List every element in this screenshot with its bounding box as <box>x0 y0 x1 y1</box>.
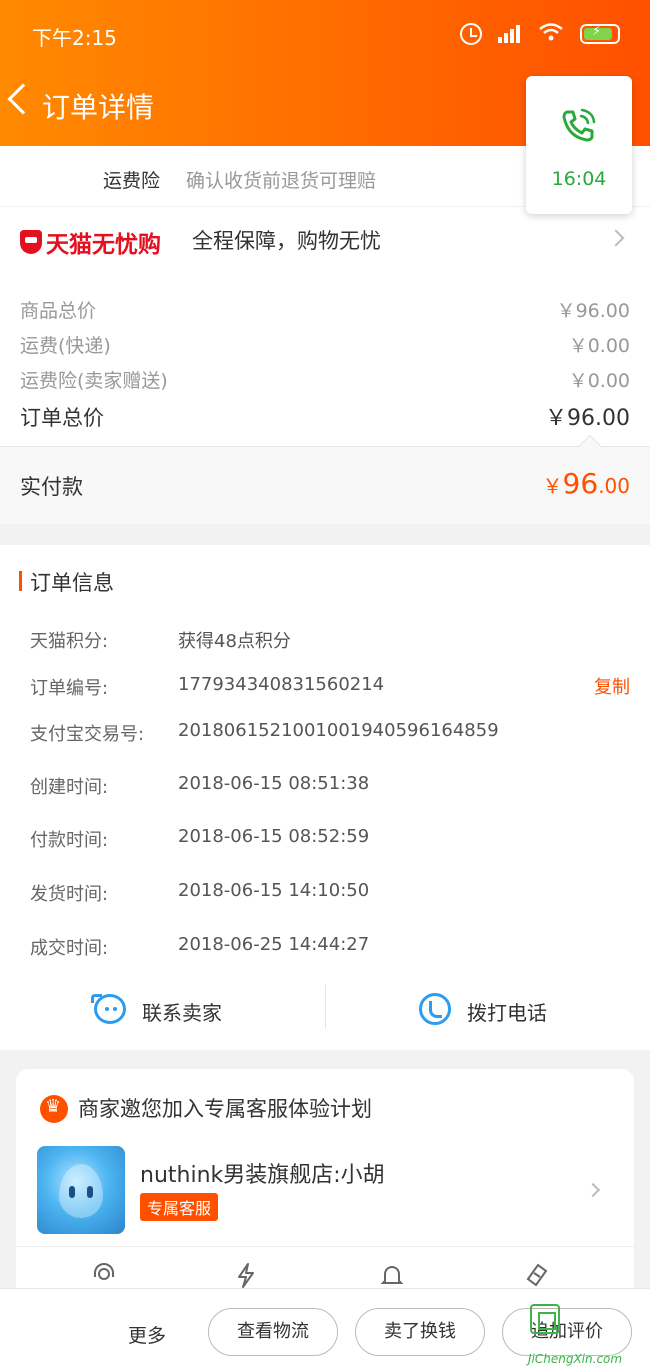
info-value: 2018-06-25 14:44:27 <box>178 934 370 955</box>
info-label: 支付宝交易号: <box>30 724 145 745</box>
page-title: 订单详情 <box>42 91 155 124</box>
status-icons <box>460 22 620 45</box>
wifi-icon <box>538 22 564 45</box>
chevron-right-icon[interactable] <box>585 1182 601 1198</box>
info-value: 2018061521001001940596164859 <box>178 720 499 741</box>
price-label: 运费(快递) <box>20 335 111 357</box>
price-label: 商品总价 <box>20 300 97 322</box>
order-total-value: ￥96.00 <box>545 406 630 431</box>
price-breakdown: 商品总价 ￥96.00 运费(快递) ￥0.00 运费险(卖家赠送) ￥0.00… <box>0 270 650 446</box>
dial-phone-label: 拨打电话 <box>467 1001 547 1025</box>
tmall-guarantee-row[interactable]: 天猫无忧购 全程保障，购物无忧 <box>0 206 650 270</box>
info-label: 订单编号: <box>30 678 109 699</box>
info-label: 成交时间: <box>30 938 109 959</box>
crown-icon <box>40 1095 68 1123</box>
service-title: 商家邀您加入专属客服体验计划 <box>78 1097 372 1121</box>
more-button[interactable]: 更多 <box>128 1321 166 1348</box>
insurance-label: 运费险 <box>103 170 161 192</box>
info-value: 2018-06-15 08:51:38 <box>178 773 370 794</box>
phone-call-icon <box>562 108 596 142</box>
bell-icon[interactable] <box>378 1261 406 1289</box>
paid-label: 实付款 <box>20 475 83 499</box>
watermark-logo-icon <box>530 1304 560 1334</box>
avatar <box>37 1146 125 1234</box>
order-total-label: 订单总价 <box>20 406 104 430</box>
price-label: 运费险(卖家赠送) <box>20 370 168 392</box>
tmall-slogan: 全程保障，购物无忧 <box>192 229 381 253</box>
order-number: 177934340831560214 <box>178 674 385 695</box>
lightning-icon[interactable] <box>232 1261 260 1289</box>
info-label: 付款时间: <box>30 830 109 851</box>
shop-agent-name[interactable]: nuthink男装旗舰店:小胡 <box>140 1157 385 1189</box>
tmall-logo: 天猫无忧购 <box>20 225 161 259</box>
info-label: 天猫积分: <box>30 631 109 652</box>
insurance-desc: 确认收货前退货可理赔 <box>186 170 377 192</box>
contact-row: 联系卖家 拨打电话 <box>0 985 650 1050</box>
info-label: 发货时间: <box>30 884 109 905</box>
info-value: 2018-06-15 14:10:50 <box>178 880 370 901</box>
copy-button[interactable]: 复制 <box>594 673 630 699</box>
tmall-brand: 天猫无忧购 <box>46 232 161 258</box>
view-logistics-button[interactable]: 查看物流 <box>208 1308 338 1356</box>
headset-icon[interactable] <box>90 1261 118 1289</box>
back-arrow-icon[interactable] <box>7 83 39 115</box>
resell-button[interactable]: 卖了换钱 <box>355 1308 485 1356</box>
divider <box>16 1246 634 1247</box>
section-accent-bar <box>19 571 22 591</box>
signal-icon <box>498 24 522 43</box>
call-duration: 16:04 <box>551 168 607 190</box>
exclusive-service-badge: 专属客服 <box>140 1193 219 1221</box>
phone-icon <box>419 993 451 1025</box>
battery-icon <box>580 23 620 44</box>
price-value: ￥0.00 <box>568 335 630 357</box>
info-label: 创建时间: <box>30 777 109 798</box>
paid-value: ￥96.00 <box>542 467 630 500</box>
price-value: ￥96.00 <box>556 300 630 322</box>
site-watermark: JiChengXin.com <box>528 1304 650 1372</box>
order-info-title: 订单信息 <box>30 571 114 595</box>
chat-icon <box>91 994 126 1024</box>
paid-amount-row: 实付款 ￥96.00 <box>0 434 650 524</box>
call-float-widget[interactable]: 16:04 <box>526 76 632 214</box>
watermark-text: JiChengXin.com <box>528 1352 623 1366</box>
info-value: 获得48点积分 <box>178 631 291 652</box>
ticket-icon[interactable] <box>522 1261 550 1289</box>
price-value: ￥0.00 <box>568 370 630 392</box>
alarm-icon <box>460 22 482 45</box>
info-value: 2018-06-15 08:52:59 <box>178 826 370 847</box>
contact-seller-label: 联系卖家 <box>142 1001 222 1025</box>
status-time: 下午2:15 <box>32 26 117 50</box>
chevron-right-icon <box>607 229 625 247</box>
divider <box>325 985 326 1029</box>
tmall-shield-icon <box>20 230 42 254</box>
order-info-card: 订单信息 天猫积分: 获得48点积分 订单编号: 177934340831560… <box>0 545 650 1050</box>
